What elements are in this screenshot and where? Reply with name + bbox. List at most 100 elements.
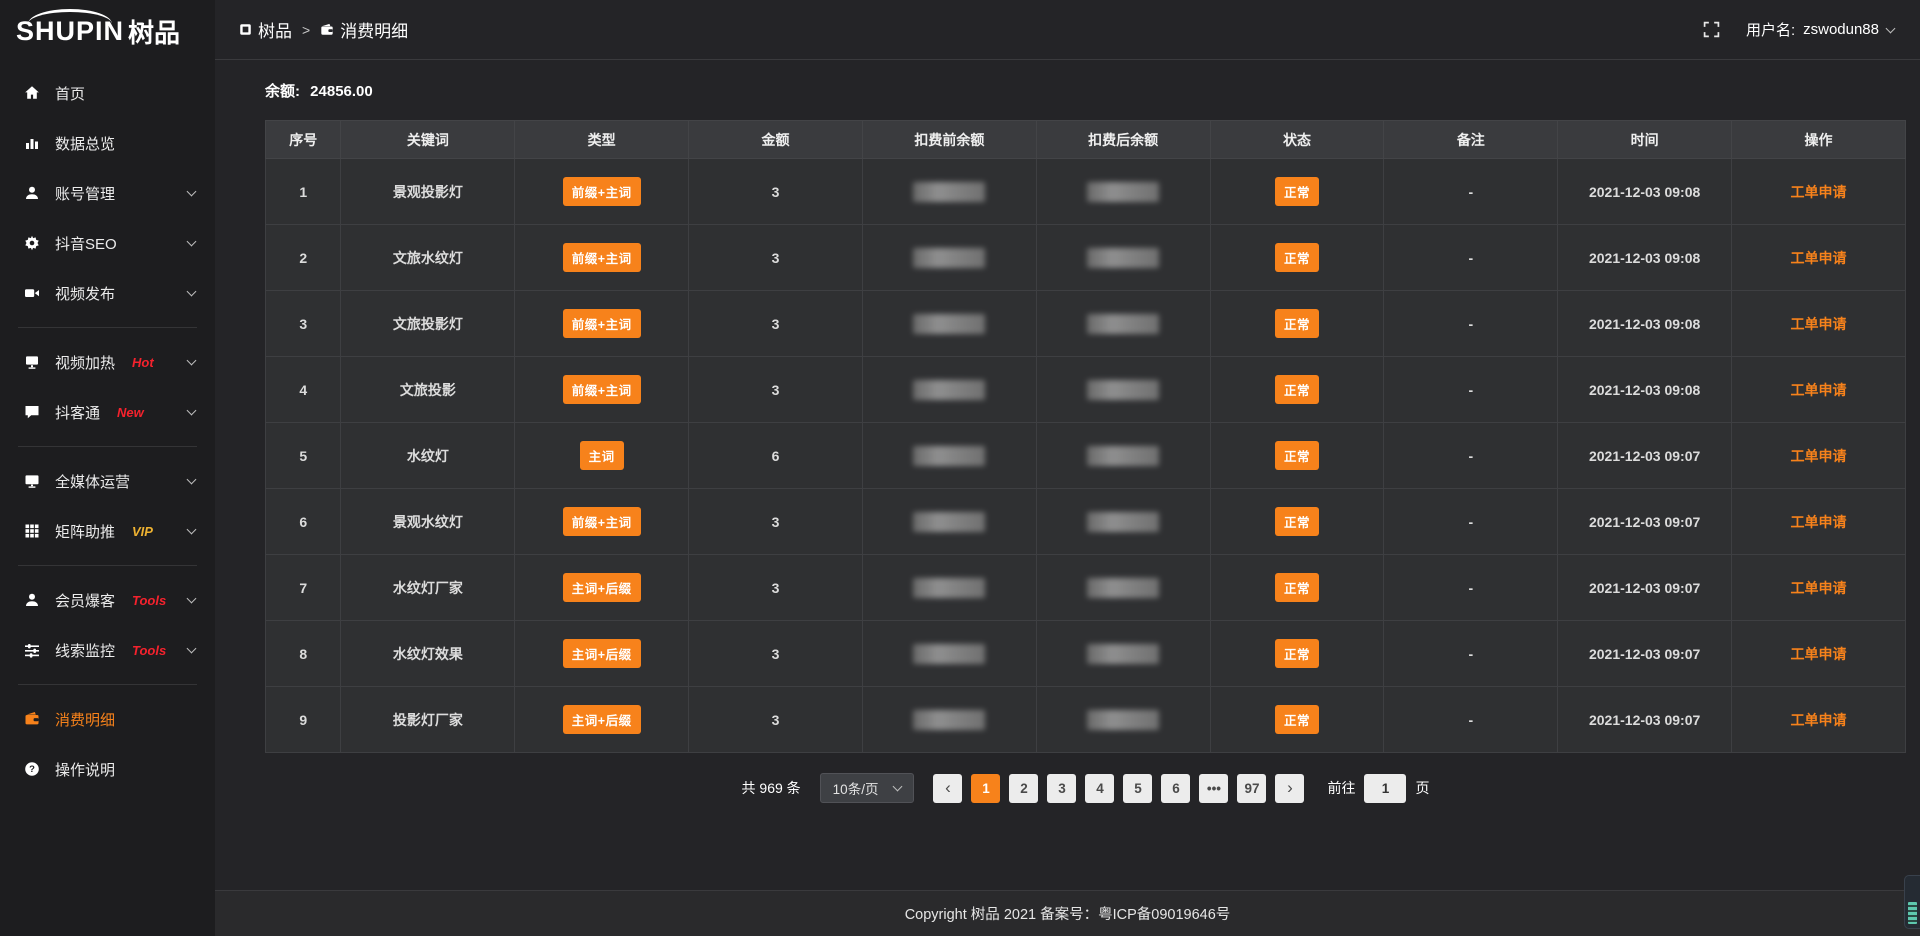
sidebar-item-account-mgmt[interactable]: 账号管理 [0,168,215,218]
page-size-select[interactable]: 10条/页 [820,773,915,803]
work-order-link[interactable]: 工单申请 [1791,448,1847,464]
work-order-link[interactable]: 工单申请 [1791,184,1847,200]
breadcrumb-root[interactable]: 树品 [239,17,292,42]
status-badge: 正常 [1275,441,1319,470]
page-button-1[interactable]: 1 [971,774,1000,803]
floating-widget[interactable] [1904,875,1920,929]
cell-balance-after [1036,225,1210,291]
page-button-97[interactable]: 97 [1237,774,1266,803]
sidebar-item-member-burst[interactable]: 会员爆客 Tools [0,575,215,625]
cell-type: 主词+后缀 [515,555,689,621]
cell-status: 正常 [1210,489,1384,555]
page-button-4[interactable]: 4 [1085,774,1114,803]
sidebar-item-douyin-seo[interactable]: 抖音SEO [0,218,215,268]
next-page-button[interactable]: › [1275,774,1304,803]
type-badge: 前缀+主词 [563,177,641,206]
cell-amount: 3 [689,621,863,687]
cell-balance-after [1036,159,1210,225]
cell-type: 前缀+主词 [515,357,689,423]
table-row: 1 景观投影灯 前缀+主词 3 正常 - 2021-12-03 09:08 工单… [266,159,1906,225]
page-button-2[interactable]: 2 [1009,774,1038,803]
question-icon: ? [24,761,40,777]
cell-remark: - [1384,159,1558,225]
page-ellipsis-button[interactable]: ••• [1199,774,1228,803]
col-header-remark: 备注 [1384,121,1558,159]
brand-logo[interactable]: SHUPIN 树品 [0,0,215,62]
cell-remark: - [1384,225,1558,291]
topbar: 树品 > 消费明细 用户名: zswodun88 [215,0,1920,60]
username-value: zswodun88 [1803,21,1879,38]
redacted-value [913,314,985,334]
sidebar-item-matrix-boost[interactable]: 矩阵助推 VIP [0,506,215,556]
cell-remark: - [1384,423,1558,489]
cell-keyword: 文旅水纹灯 [341,225,515,291]
redacted-value [913,512,985,532]
cell-time: 2021-12-03 09:07 [1558,687,1732,753]
sidebar-item-video-heat[interactable]: 视频加热 Hot [0,337,215,387]
cell-status: 正常 [1210,291,1384,357]
cell-action: 工单申请 [1732,159,1906,225]
cell-remark: - [1384,489,1558,555]
status-badge: 正常 [1275,573,1319,602]
fullscreen-icon[interactable] [1703,21,1720,38]
chevron-down-icon [187,355,197,365]
breadcrumb-current[interactable]: 消费明细 [320,17,408,42]
cell-remark: - [1384,555,1558,621]
work-order-link[interactable]: 工单申请 [1791,712,1847,728]
cell-time: 2021-12-03 09:07 [1558,555,1732,621]
work-order-link[interactable]: 工单申请 [1791,646,1847,662]
goto-page-input[interactable] [1364,774,1406,803]
topbar-right: 用户名: zswodun88 [1703,19,1894,40]
work-order-link[interactable]: 工单申请 [1791,580,1847,596]
cell-type: 前缀+主词 [515,225,689,291]
page-button-6[interactable]: 6 [1161,774,1190,803]
balance-value: 24856.00 [310,83,373,100]
redacted-value [913,380,985,400]
sidebar-item-consumption-detail[interactable]: 消费明细 [0,694,215,744]
cell-keyword: 文旅投影灯 [341,291,515,357]
table-row: 2 文旅水纹灯 前缀+主词 3 正常 - 2021-12-03 09:08 工单… [266,225,1906,291]
cell-status: 正常 [1210,159,1384,225]
sidebar-item-douketong[interactable]: 抖客通 New [0,387,215,437]
cell-time: 2021-12-03 09:07 [1558,621,1732,687]
prev-page-button[interactable]: ‹ [933,774,962,803]
work-order-link[interactable]: 工单申请 [1791,382,1847,398]
cell-seq: 6 [266,489,341,555]
balance-display: 余额: 24856.00 [265,80,1906,101]
comment-icon [24,404,40,420]
table-row: 4 文旅投影 前缀+主词 3 正常 - 2021-12-03 09:08 工单申… [266,357,1906,423]
bar-chart-icon [24,135,40,151]
cell-status: 正常 [1210,687,1384,753]
page-button-3[interactable]: 3 [1047,774,1076,803]
work-order-link[interactable]: 工单申请 [1791,250,1847,266]
redacted-value [1087,644,1159,664]
cell-action: 工单申请 [1732,621,1906,687]
sidebar-item-data-overview[interactable]: 数据总览 [0,118,215,168]
type-badge: 主词+后缀 [563,639,641,668]
user-menu[interactable]: 用户名: zswodun88 [1746,19,1894,40]
app-window: SHUPIN 树品 首页 数据总览 账号管理 [0,0,1920,936]
sidebar-item-label: 抖音SEO [55,233,117,254]
widget-stripes-icon [1908,902,1917,924]
sliders-icon [24,642,40,658]
cell-seq: 3 [266,291,341,357]
breadcrumb: 树品 > 消费明细 [239,17,408,42]
page-button-5[interactable]: 5 [1123,774,1152,803]
breadcrumb-root-label: 树品 [258,17,292,42]
type-badge: 主词+后缀 [563,705,641,734]
sidebar-item-omni-media[interactable]: 全媒体运营 [0,456,215,506]
redacted-value [913,182,985,202]
work-order-link[interactable]: 工单申请 [1791,316,1847,332]
sidebar-item-lead-monitor[interactable]: 线索监控 Tools [0,625,215,675]
cell-keyword: 文旅投影 [341,357,515,423]
sidebar-item-instructions[interactable]: ? 操作说明 [0,744,215,794]
cell-keyword: 水纹灯 [341,423,515,489]
goto-label: 前往 [1327,778,1355,798]
sidebar-item-home[interactable]: 首页 [0,68,215,118]
sidebar-item-label: 视频加热 [55,352,115,373]
work-order-link[interactable]: 工单申请 [1791,514,1847,530]
sidebar-item-video-publish[interactable]: 视频发布 [0,268,215,318]
cell-remark: - [1384,291,1558,357]
type-badge: 前缀+主词 [563,375,641,404]
copyright-text: Copyright 树品 2021 备案号：粤ICP备09019646号 [905,903,1231,924]
